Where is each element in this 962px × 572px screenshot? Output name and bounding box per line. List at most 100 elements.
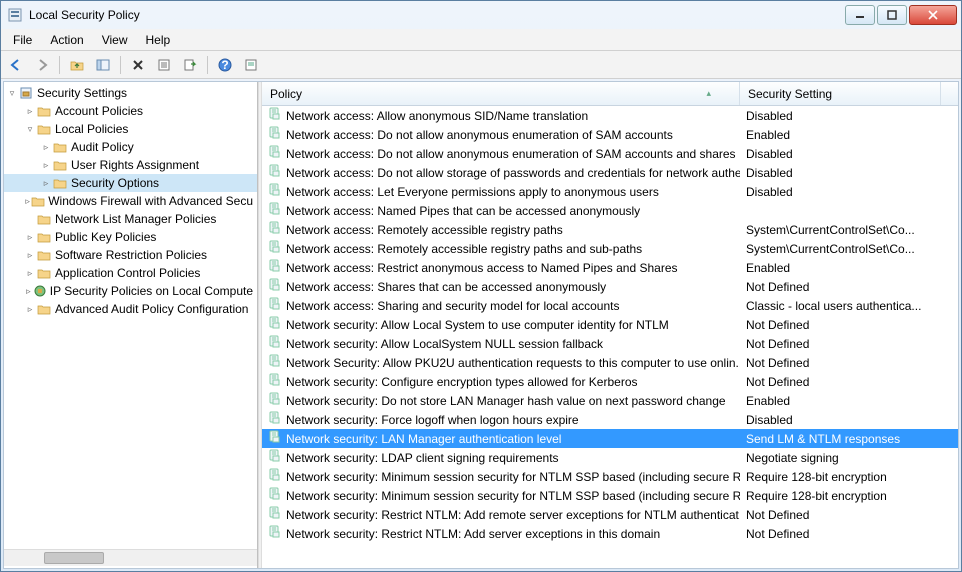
back-button[interactable]	[5, 54, 27, 76]
list-row[interactable]: Network access: Remotely accessible regi…	[262, 220, 958, 239]
policy-name: Network access: Sharing and security mod…	[286, 299, 620, 313]
close-button[interactable]	[909, 5, 957, 25]
setting-cell: Enabled	[740, 128, 958, 142]
column-header-spacer	[941, 82, 958, 105]
tree-node-label: IP Security Policies on Local Compute	[50, 284, 253, 298]
list-row[interactable]: Network security: Configure encryption t…	[262, 372, 958, 391]
tree-node[interactable]: ▹Application Control Policies	[4, 264, 257, 282]
delete-button[interactable]	[127, 54, 149, 76]
tree-node[interactable]: Network List Manager Policies	[4, 210, 257, 228]
tree-node[interactable]: ▹Windows Firewall with Advanced Secu	[4, 192, 257, 210]
properties-button[interactable]	[153, 54, 175, 76]
help-button[interactable]: ?	[214, 54, 236, 76]
list-row[interactable]: Network security: Do not store LAN Manag…	[262, 391, 958, 410]
tree-node[interactable]: ▹Audit Policy	[4, 138, 257, 156]
policy-cell: Network Security: Allow PKU2U authentica…	[262, 354, 740, 371]
policy-cell: Network access: Do not allow storage of …	[262, 164, 740, 181]
setting-cell: Disabled	[740, 147, 958, 161]
policy-cell: Network access: Do not allow anonymous e…	[262, 126, 740, 143]
policy-icon	[268, 107, 282, 124]
tree-node[interactable]: ▹ IP Security Policies on Local Compute	[4, 282, 257, 300]
forward-button[interactable]	[31, 54, 53, 76]
policy-name: Network access: Shares that can be acces…	[286, 280, 606, 294]
chevron-right-icon[interactable]: ▹	[24, 250, 36, 261]
list-body[interactable]: Network access: Allow anonymous SID/Name…	[262, 106, 958, 568]
titlebar[interactable]: Local Security Policy	[1, 1, 961, 29]
list-row[interactable]: Network security: Restrict NTLM: Add ser…	[262, 524, 958, 543]
list-row[interactable]: Network access: Do not allow anonymous e…	[262, 144, 958, 163]
policy-cell: Network access: Remotely accessible regi…	[262, 240, 740, 257]
list-row[interactable]: Network security: Minimum session securi…	[262, 467, 958, 486]
tree-node[interactable]: ▹ Public Key Policies	[4, 228, 257, 246]
list-row[interactable]: Network security: Force logoff when logo…	[262, 410, 958, 429]
chevron-right-icon[interactable]: ▹	[40, 178, 52, 189]
policy-name: Network security: Allow LocalSystem NULL…	[286, 337, 603, 351]
list-row[interactable]: Network security: Allow LocalSystem NULL…	[262, 334, 958, 353]
tree-root[interactable]: ▿ Security Settings	[4, 84, 257, 102]
svg-text:?: ?	[221, 58, 228, 72]
list-row[interactable]: Network security: Minimum session securi…	[262, 486, 958, 505]
menu-action[interactable]: Action	[42, 31, 91, 49]
list-row[interactable]: Network access: Shares that can be acces…	[262, 277, 958, 296]
toolbar-separator	[207, 56, 208, 74]
list-row[interactable]: Network access: Named Pipes that can be …	[262, 201, 958, 220]
list-row[interactable]: Network access: Let Everyone permissions…	[262, 182, 958, 201]
list-row[interactable]: Network access: Do not allow storage of …	[262, 163, 958, 182]
policy-icon	[268, 126, 282, 143]
policy-icon	[268, 297, 282, 314]
policy-icon	[268, 259, 282, 276]
list-row[interactable]: Network access: Allow anonymous SID/Name…	[262, 106, 958, 125]
chevron-right-icon[interactable]: ▹	[24, 268, 36, 279]
tree-node[interactable]: ▹Account Policies	[4, 102, 257, 120]
policy-icon	[268, 525, 282, 542]
folder-icon	[36, 121, 52, 137]
policy-icon	[268, 430, 282, 447]
chevron-right-icon[interactable]: ▹	[40, 160, 52, 171]
tree-node[interactable]: ▹Software Restriction Policies	[4, 246, 257, 264]
tree-horizontal-scrollbar[interactable]	[4, 549, 257, 566]
list-row[interactable]: Network security: LAN Manager authentica…	[262, 429, 958, 448]
export-list-button[interactable]	[179, 54, 201, 76]
menu-help[interactable]: Help	[138, 31, 179, 49]
tree-pane[interactable]: ▿ Security Settings ▹Account Policies▿Lo…	[4, 82, 258, 568]
list-row[interactable]: Network security: LDAP client signing re…	[262, 448, 958, 467]
list-row[interactable]: Network security: Allow Local System to …	[262, 315, 958, 334]
chevron-right-icon[interactable]: ▹	[40, 142, 52, 153]
column-header-setting[interactable]: Security Setting	[740, 82, 941, 105]
list-row[interactable]: Network access: Remotely accessible regi…	[262, 239, 958, 258]
menu-view[interactable]: View	[94, 31, 136, 49]
tree-node-label: Security Options	[71, 176, 159, 190]
tree-node[interactable]: ▹User Rights Assignment	[4, 156, 257, 174]
chevron-down-icon[interactable]: ▿	[6, 88, 18, 99]
policy-name: Network access: Do not allow anonymous e…	[286, 128, 673, 142]
tree-node-label: Public Key Policies	[55, 230, 156, 244]
list-row[interactable]: Network access: Sharing and security mod…	[262, 296, 958, 315]
policy-icon	[268, 335, 282, 352]
show-hide-tree-button[interactable]	[92, 54, 114, 76]
refresh-button[interactable]	[240, 54, 262, 76]
list-row[interactable]: Network access: Do not allow anonymous e…	[262, 125, 958, 144]
tree-node[interactable]: ▿Local Policies	[4, 120, 257, 138]
chevron-right-icon[interactable]: ▹	[24, 304, 36, 315]
up-button[interactable]	[66, 54, 88, 76]
maximize-button[interactable]	[877, 5, 907, 25]
policy-icon	[268, 145, 282, 162]
column-header-policy[interactable]: Policy▴	[262, 82, 740, 105]
chevron-right-icon[interactable]: ▹	[24, 232, 36, 243]
list-row[interactable]: Network security: Restrict NTLM: Add rem…	[262, 505, 958, 524]
menubar: File Action View Help	[1, 29, 961, 51]
policy-icon	[268, 202, 282, 219]
chevron-down-icon[interactable]: ▿	[24, 124, 36, 135]
list-row[interactable]: Network access: Restrict anonymous acces…	[262, 258, 958, 277]
list-pane: Policy▴ Security Setting Network access:…	[262, 82, 958, 568]
chevron-right-icon[interactable]: ▹	[24, 286, 33, 297]
tree-node[interactable]: ▹ Security Options	[4, 174, 257, 192]
tree-node[interactable]: ▹Advanced Audit Policy Configuration	[4, 300, 257, 318]
chevron-right-icon[interactable]: ▹	[24, 106, 36, 117]
list-row[interactable]: Network Security: Allow PKU2U authentica…	[262, 353, 958, 372]
menu-file[interactable]: File	[5, 31, 40, 49]
scrollbar-thumb[interactable]	[44, 552, 104, 564]
chevron-right-icon[interactable]: ▹	[24, 196, 31, 207]
policy-name: Network access: Let Everyone permissions…	[286, 185, 659, 199]
minimize-button[interactable]	[845, 5, 875, 25]
